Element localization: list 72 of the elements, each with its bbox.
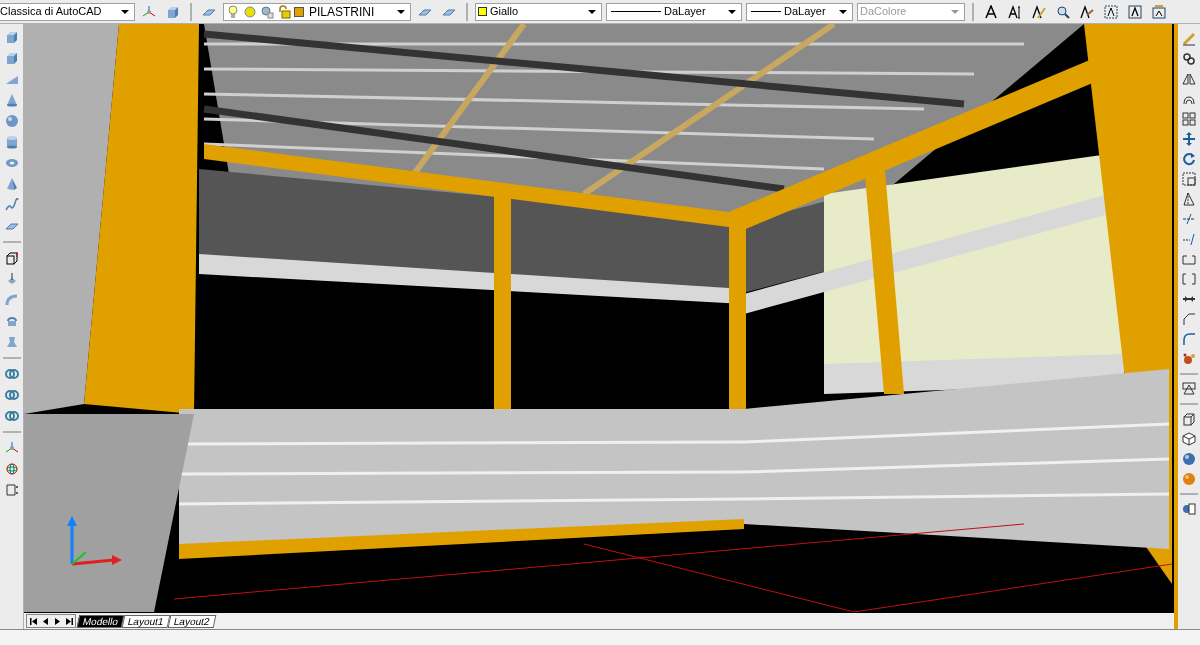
framed-letter-icon <box>1104 4 1118 19</box>
grid-icon <box>1182 112 1196 126</box>
box-icon <box>4 51 19 65</box>
sphere-panel-icon <box>1182 502 1196 516</box>
linetype-dropdown[interactable]: DaLayer <box>606 2 742 21</box>
color-dropdown[interactable]: Giallo <box>475 2 602 21</box>
rings-icon <box>4 367 19 381</box>
sweep-icon <box>4 293 19 307</box>
box-icon <box>4 30 19 44</box>
torus-icon <box>4 156 19 170</box>
shaded-sphere-icon <box>1182 472 1196 486</box>
first-tab-button[interactable] <box>27 615 39 627</box>
hidden-box-icon <box>1182 432 1196 446</box>
ucs-axes-icon <box>67 516 122 566</box>
rings-icon <box>4 409 19 423</box>
sphere-icon <box>4 114 19 128</box>
search-icon <box>1056 4 1070 19</box>
last-icon <box>65 617 73 625</box>
circles-icon <box>1182 52 1196 66</box>
pencil-icon <box>1182 32 1196 46</box>
loft-icon <box>4 335 19 349</box>
previous-icon <box>42 617 48 625</box>
letter-cursor-icon <box>1008 4 1022 19</box>
break-icon <box>1182 252 1196 266</box>
stretch-icon <box>1182 192 1196 206</box>
rotate-gizmo-icon <box>4 462 19 476</box>
line-sample <box>751 11 781 12</box>
layer-color-swatch <box>294 6 304 17</box>
extrude-icon <box>4 251 19 265</box>
move-icon <box>1182 132 1196 146</box>
array-button[interactable] <box>1179 110 1199 128</box>
chamfer-icon <box>1182 312 1196 326</box>
scale-icon <box>1182 172 1196 186</box>
cylinder-icon <box>4 135 19 149</box>
sun-icon <box>243 4 257 19</box>
justify-text-button[interactable] <box>1125 2 1145 21</box>
ucs-button[interactable] <box>1179 380 1199 398</box>
framed-letter-icon <box>1128 4 1142 19</box>
first-icon <box>29 617 37 625</box>
pyramid-icon <box>4 177 19 191</box>
explode-icon <box>1182 352 1196 366</box>
viewport-freeze-icon <box>260 4 274 19</box>
lineweight-dropdown[interactable]: DaLayer <box>746 2 853 21</box>
wire-box-icon <box>1182 412 1196 426</box>
scale-text-button[interactable] <box>1101 2 1121 21</box>
globe-icon <box>1182 452 1196 466</box>
convert-space-button[interactable] <box>1149 2 1169 21</box>
trim-icon <box>1182 212 1196 226</box>
break-icon <box>1182 272 1196 286</box>
revolve-icon <box>4 314 19 328</box>
letter-brush-icon <box>1080 4 1094 19</box>
last-tab-button[interactable] <box>63 615 75 627</box>
layer-dropdown[interactable]: PILASTRINI <box>223 2 411 21</box>
padlock-icon <box>277 4 291 19</box>
layout-tab[interactable]: Layout2 <box>167 614 216 628</box>
rotate-icon <box>1182 152 1196 166</box>
mirror-icon <box>1182 72 1196 86</box>
lightbulb-icon <box>226 4 240 19</box>
layout-tab[interactable]: Layout1 <box>121 614 170 628</box>
cone-icon <box>4 93 19 107</box>
letter-pencil-icon <box>1032 4 1046 19</box>
axes-gizmo-icon <box>4 441 19 455</box>
line-sample <box>611 11 661 12</box>
letter-icon <box>984 4 998 19</box>
rings-icon <box>4 388 19 402</box>
extend-icon <box>1182 232 1196 246</box>
hidden-button[interactable] <box>1179 430 1199 448</box>
scale-button[interactable] <box>1179 170 1199 188</box>
next-icon <box>54 617 60 625</box>
workspace-dropdown[interactable]: Classica di AutoCAD <box>0 2 135 21</box>
fillet-icon <box>1182 332 1196 346</box>
layout-tab[interactable]: Modello <box>76 614 125 628</box>
